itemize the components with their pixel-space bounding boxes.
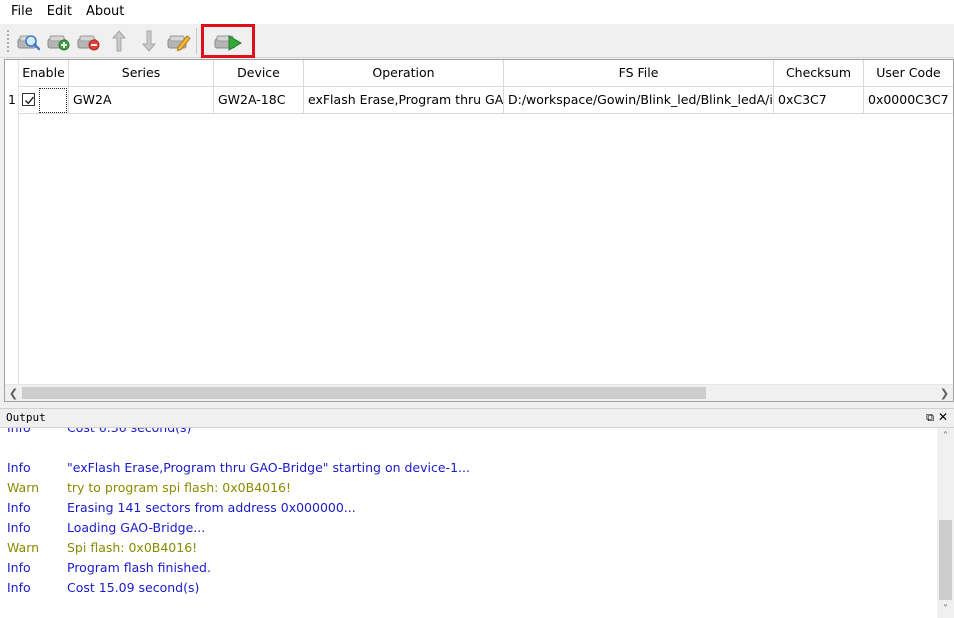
- edit-config-icon: [167, 34, 191, 51]
- log-message: Loading GAO-Bridge...: [67, 520, 206, 535]
- user-code-cell[interactable]: 0x0000C3C7: [864, 87, 953, 114]
- checksum-cell[interactable]: 0xC3C7: [774, 87, 864, 114]
- horizontal-scroll-thumb[interactable]: [22, 387, 706, 399]
- operation-cell[interactable]: exFlash Erase,Program thru GA...: [304, 87, 504, 114]
- output-panel-titlebar: Output ⧉ ✕: [0, 408, 954, 428]
- scan-device-icon: [17, 34, 41, 50]
- program-run-icon: [214, 34, 242, 51]
- enable-checkbox[interactable]: [22, 93, 35, 106]
- column-header-checksum[interactable]: Checksum: [774, 60, 864, 87]
- vertical-scrollbar[interactable]: ˄ ˅: [937, 428, 954, 618]
- toolbar-grip[interactable]: [6, 28, 10, 53]
- table-header: Enable Series Device Operation FS File C…: [19, 60, 953, 87]
- device-table: Enable Series Device Operation FS File C…: [4, 59, 954, 402]
- add-device-button[interactable]: [44, 26, 74, 56]
- scroll-left-icon[interactable]: ❮: [5, 385, 22, 401]
- log-level: Info: [7, 560, 31, 575]
- log-line: Info Cost 6.36 second(s): [0, 428, 937, 440]
- menu-bar: File Edit About: [0, 0, 954, 24]
- log-level: Warn: [7, 540, 40, 555]
- log-line: Warn try to program spi flash: 0x0B4016!: [0, 480, 937, 500]
- log-line: Info Loading GAO-Bridge...: [0, 520, 937, 540]
- menu-file[interactable]: File: [4, 0, 40, 24]
- output-log[interactable]: Info Cost 6.36 second(s) Info "exFlash Eras…: [0, 428, 937, 618]
- scroll-up-icon[interactable]: ˄: [937, 428, 954, 445]
- move-down-icon: [141, 30, 157, 52]
- close-icon[interactable]: ✕: [938, 410, 948, 424]
- output-panel-title: Output: [6, 411, 46, 424]
- add-device-icon: [47, 35, 70, 50]
- log-line: Info Cost 15.09 second(s): [0, 580, 937, 600]
- checkmark-icon: [25, 96, 35, 105]
- log-level: Info: [7, 460, 31, 475]
- scroll-down-icon[interactable]: ˅: [937, 601, 954, 618]
- log-level: Info: [7, 500, 31, 515]
- scan-device-button[interactable]: [14, 26, 44, 56]
- column-header-enable[interactable]: Enable: [19, 60, 69, 87]
- cell-focus-rect: [39, 88, 67, 113]
- program-run-button[interactable]: [201, 23, 255, 58]
- log-line: Warn Spi flash: 0x0B4016!: [0, 540, 937, 560]
- log-message: "exFlash Erase,Program thru GAO-Bridge" …: [67, 460, 470, 475]
- scroll-right-icon[interactable]: ❯: [936, 385, 953, 401]
- programmer-window: File Edit About Enable Series Device Ope…: [0, 0, 954, 618]
- edit-config-button[interactable]: [164, 26, 194, 56]
- log-message: Program flash finished.: [67, 560, 211, 575]
- horizontal-scrollbar[interactable]: ❮ ❯: [5, 384, 953, 401]
- column-header-fs-file[interactable]: FS File: [504, 60, 774, 87]
- log-line: Info Erasing 141 sectors from address 0x0…: [0, 500, 937, 520]
- toolbar: [0, 23, 954, 58]
- remove-device-button[interactable]: [74, 26, 104, 56]
- log-message: Erasing 141 sectors from address 0x00000…: [67, 500, 356, 515]
- float-window-icon[interactable]: ⧉: [926, 411, 934, 425]
- column-header-series[interactable]: Series: [69, 60, 214, 87]
- log-message: Spi flash: 0x0B4016!: [67, 540, 198, 555]
- column-header-user-code[interactable]: User Code: [864, 60, 953, 87]
- toolbar-separator: [196, 27, 197, 54]
- row-number[interactable]: 1: [5, 87, 19, 114]
- table-row[interactable]: GW2A GW2A-18C exFlash Erase,Program thru…: [19, 87, 953, 114]
- menu-about[interactable]: About: [79, 0, 131, 24]
- column-header-operation[interactable]: Operation: [304, 60, 504, 87]
- remove-device-icon: [77, 35, 100, 50]
- move-up-button[interactable]: [104, 26, 134, 56]
- move-down-button[interactable]: [134, 26, 164, 56]
- move-up-icon: [111, 29, 127, 51]
- log-line: Info "exFlash Erase,Program thru GAO-Brid…: [0, 460, 937, 480]
- enable-cell[interactable]: [19, 87, 69, 114]
- log-message: Cost 15.09 second(s): [67, 580, 200, 595]
- vertical-scroll-thumb[interactable]: [939, 520, 952, 600]
- fs-file-cell[interactable]: D:/workspace/Gowin/Blink_led/Blink_ledA/…: [504, 87, 774, 114]
- log-level: Info: [7, 580, 31, 595]
- log-level: Info: [7, 520, 31, 535]
- log-message: Cost 6.36 second(s): [67, 428, 191, 435]
- log-line: Info Program flash finished.: [0, 560, 937, 580]
- series-cell[interactable]: GW2A: [69, 87, 214, 114]
- menu-edit[interactable]: Edit: [40, 0, 79, 24]
- log-level: Warn: [7, 480, 40, 495]
- log-message: try to program spi flash: 0x0B4016!: [67, 480, 292, 495]
- log-level: Info: [7, 428, 31, 435]
- device-cell[interactable]: GW2A-18C: [214, 87, 304, 114]
- column-header-device[interactable]: Device: [214, 60, 304, 87]
